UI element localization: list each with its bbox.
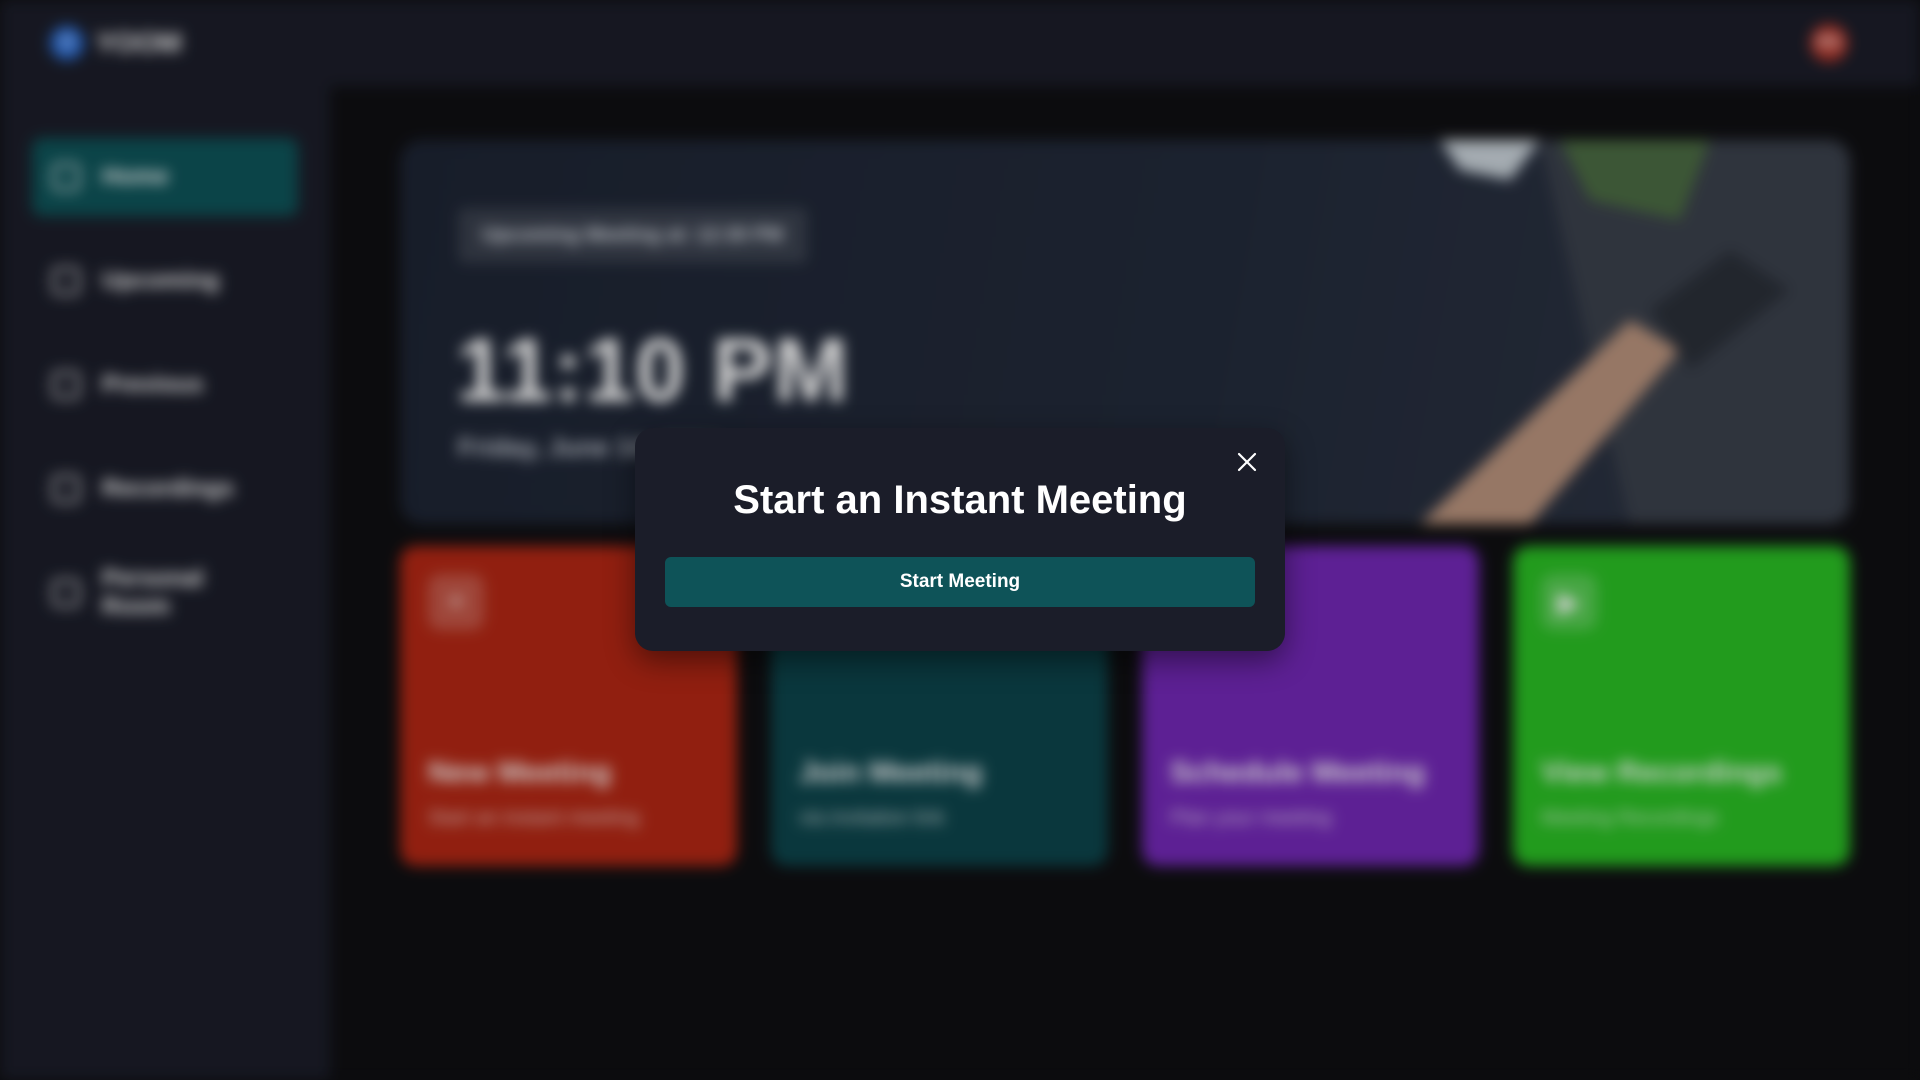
start-meeting-button[interactable]: Start Meeting bbox=[665, 557, 1255, 607]
close-icon bbox=[1237, 452, 1257, 472]
close-button[interactable] bbox=[1231, 446, 1263, 478]
instant-meeting-modal: Start an Instant Meeting Start Meeting bbox=[635, 428, 1285, 651]
modal-title: Start an Instant Meeting bbox=[733, 478, 1187, 522]
